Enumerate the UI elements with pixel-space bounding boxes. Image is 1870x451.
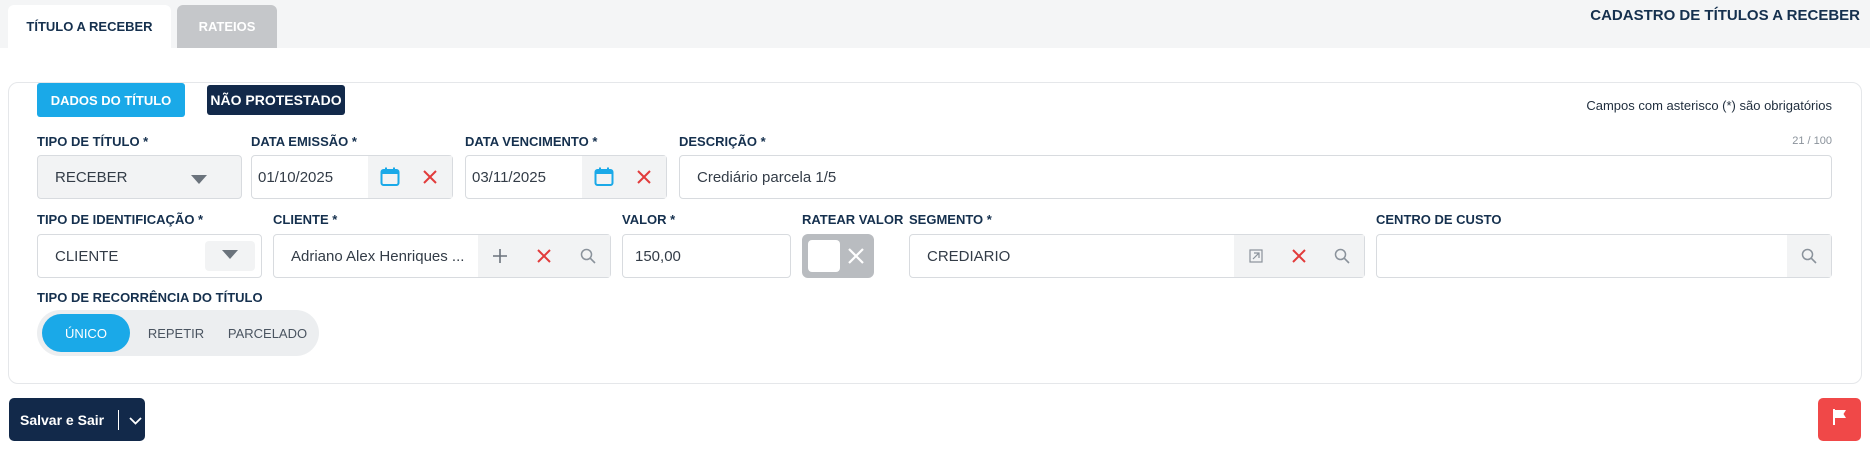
tipo-titulo-value: RECEBER: [55, 168, 128, 186]
segmento-label: SEGMENTO *: [909, 212, 992, 227]
search-icon[interactable]: [566, 235, 610, 277]
flag-button[interactable]: [1818, 398, 1861, 441]
recorrencia-option-parcelado[interactable]: PARCELADO: [220, 314, 315, 352]
close-icon[interactable]: [624, 156, 664, 198]
chevron-down-icon: [222, 247, 238, 265]
cliente-value: Adriano Alex Henriques ...: [291, 247, 465, 265]
button-divider: [118, 409, 120, 430]
descricao-label: DESCRIÇÃO *: [679, 134, 766, 149]
data-vencimento-field[interactable]: 03/11/2025: [465, 155, 667, 199]
data-emissao-value: 01/10/2025: [258, 168, 334, 186]
segmento-value: CREDIARIO: [927, 247, 1011, 265]
plus-icon[interactable]: [478, 235, 522, 277]
close-icon[interactable]: [522, 235, 566, 277]
recorrencia-option-repetir[interactable]: REPETIR: [136, 314, 216, 352]
segmento-field[interactable]: CREDIARIO: [909, 234, 1365, 278]
data-vencimento-value: 03/11/2025: [472, 168, 546, 186]
tipo-identificacao-label: TIPO DE IDENTIFICAÇÃO *: [37, 212, 204, 227]
tab-bar: TÍTULO A RECEBER RATEIOS CADASTRO DE TÍT…: [0, 0, 1870, 48]
search-icon[interactable]: [1787, 235, 1831, 277]
valor-value: 150,00: [635, 247, 681, 265]
descricao-char-counter: 21 / 100: [1792, 135, 1832, 147]
save-and-exit-button[interactable]: Salvar e Sair: [9, 398, 145, 441]
tipo-titulo-select[interactable]: RECEBER: [37, 155, 242, 199]
status-badge: NÃO PROTESTADO: [207, 85, 345, 115]
tab-rateios[interactable]: RATEIOS: [177, 5, 277, 48]
page-title: CADASTRO DE TÍTULOS A RECEBER: [1590, 7, 1860, 24]
recorrencia-segmented-control: ÚNICO REPETIR PARCELADO: [37, 310, 319, 356]
close-icon[interactable]: [410, 156, 450, 198]
data-vencimento-label: DATA VENCIMENTO *: [465, 134, 598, 149]
tab-titulo-a-receber[interactable]: TÍTULO A RECEBER: [8, 5, 171, 48]
data-emissao-label: DATA EMISSÃO *: [251, 134, 357, 149]
tipo-identificacao-value: CLIENTE: [55, 247, 119, 265]
required-note: Campos com asterisco (*) são obrigatório…: [1586, 98, 1832, 113]
centro-custo-field[interactable]: [1376, 234, 1832, 278]
section-title-chip: DADOS DO TÍTULO: [37, 83, 185, 117]
tipo-identificacao-select[interactable]: CLIENTE: [37, 234, 262, 278]
valor-label: VALOR *: [622, 212, 676, 227]
save-button-label: Salvar e Sair: [20, 411, 105, 428]
ratear-valor-label: RATEAR VALOR: [802, 212, 904, 227]
recorrencia-label: TIPO DE RECORRÊNCIA DO TÍTULO: [37, 290, 263, 305]
tipo-titulo-label: TIPO DE TÍTULO *: [37, 134, 149, 149]
calendar-icon[interactable]: [584, 156, 624, 198]
flag-icon: [1831, 408, 1849, 431]
calendar-icon[interactable]: [370, 156, 410, 198]
search-icon[interactable]: [1321, 235, 1364, 277]
chevron-down-icon[interactable]: [129, 412, 142, 428]
recorrencia-option-unico[interactable]: ÚNICO: [42, 314, 130, 352]
cliente-field[interactable]: Adriano Alex Henriques ...: [273, 234, 611, 278]
centro-custo-label: CENTRO DE CUSTO: [1376, 212, 1502, 227]
cliente-label: CLIENTE *: [273, 212, 338, 227]
close-icon[interactable]: [1278, 235, 1321, 277]
ratear-valor-toggle[interactable]: [802, 234, 874, 278]
descricao-value: Crediário parcela 1/5: [697, 168, 837, 186]
descricao-input[interactable]: Crediário parcela 1/5: [679, 155, 1832, 199]
chevron-down-icon: [191, 172, 207, 190]
open-link-icon[interactable]: [1235, 235, 1278, 277]
toggle-knob: [808, 240, 840, 272]
valor-input[interactable]: 150,00: [622, 234, 791, 278]
close-icon: [846, 242, 866, 275]
data-emissao-field[interactable]: 01/10/2025: [251, 155, 453, 199]
